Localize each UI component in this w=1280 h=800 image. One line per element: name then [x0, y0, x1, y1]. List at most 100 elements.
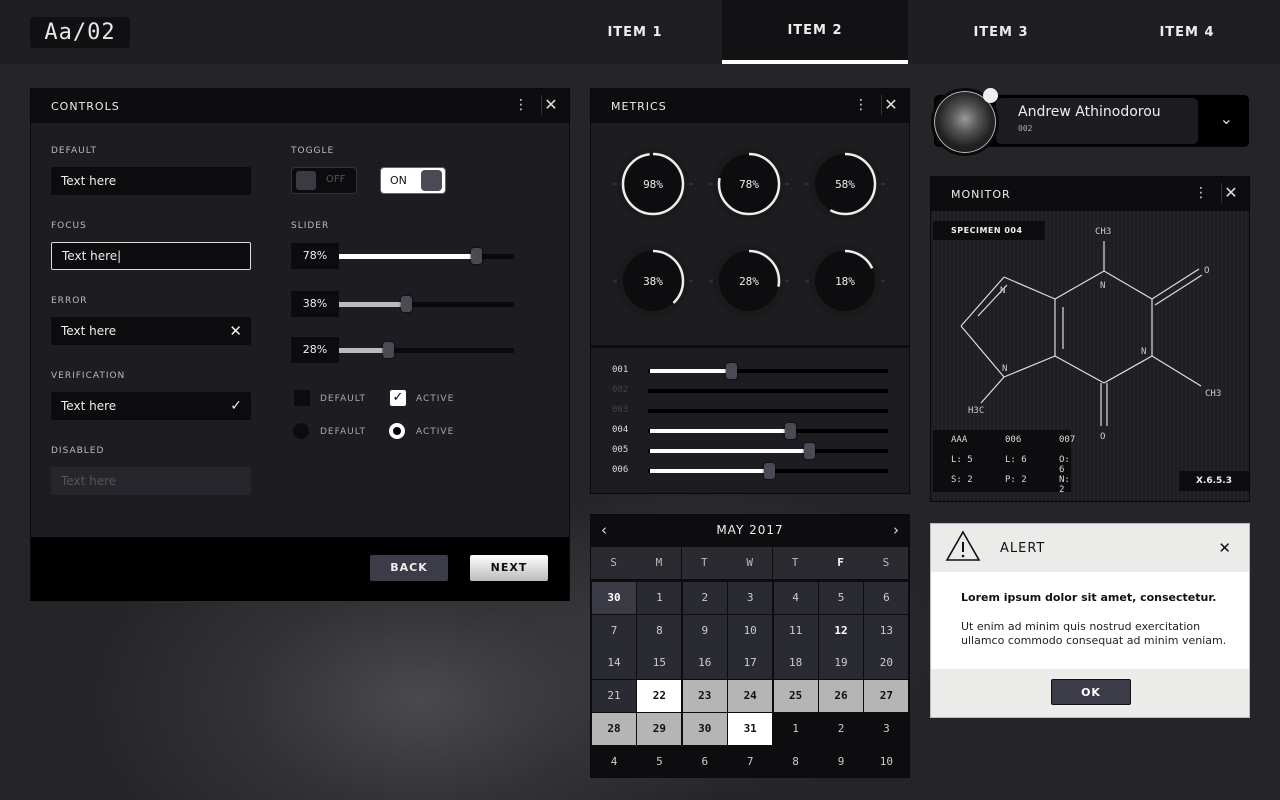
calendar-day[interactable]: 2 [682, 582, 727, 614]
table-cell: P: 2 [1005, 475, 1027, 485]
calendar-day[interactable]: 1 [773, 712, 818, 745]
slider-thumb[interactable] [804, 443, 816, 459]
calendar-day[interactable]: 6 [682, 745, 727, 778]
slider-thumb[interactable] [725, 363, 737, 379]
logo: Aa/02 [30, 17, 130, 48]
slider-label: 002 [612, 385, 629, 395]
slider-track[interactable] [648, 409, 888, 413]
calendar-day[interactable]: 22 [637, 680, 682, 713]
next-button[interactable]: NEXT [470, 555, 548, 581]
slider-thumb[interactable] [470, 248, 482, 264]
nav-item-2[interactable]: ITEM 2 [722, 0, 908, 64]
slider-value: 78% [291, 243, 339, 269]
calendar-day[interactable]: 15 [637, 647, 682, 680]
calendar-day[interactable]: 12 [819, 614, 863, 647]
calendar-day[interactable]: 2 [819, 712, 863, 745]
slider[interactable]: 78% [291, 243, 514, 269]
slider-track[interactable] [648, 443, 888, 459]
more-icon[interactable]: ⋮ [1194, 185, 1209, 201]
table-cell: S: 2 [951, 475, 973, 485]
calendar-day[interactable]: 23 [682, 680, 727, 713]
back-button[interactable]: BACK [370, 555, 448, 581]
calendar-day[interactable]: 9 [682, 614, 727, 647]
calendar-day[interactable]: 28 [592, 712, 636, 745]
metric-slider[interactable]: 006 [612, 463, 892, 479]
toggle-on[interactable]: ON [380, 167, 446, 194]
radio-default[interactable] [293, 423, 309, 439]
slider-track[interactable] [648, 463, 888, 479]
calendar-day[interactable]: 3 [864, 712, 909, 745]
calendar-day[interactable]: 17 [728, 647, 773, 680]
calendar-day[interactable]: 25 [773, 680, 818, 713]
metric-slider[interactable]: 004 [612, 423, 892, 439]
metric-slider[interactable]: 001 [612, 363, 892, 379]
slider[interactable]: 38% [291, 291, 514, 317]
focus-input[interactable]: Text here| [51, 242, 251, 270]
calendar-day[interactable]: 10 [728, 614, 773, 647]
slider-thumb[interactable] [764, 463, 775, 479]
calendar-day[interactable]: 4 [773, 582, 818, 614]
calendar-day[interactable]: 10 [864, 745, 909, 778]
nav-item-1[interactable]: ITEM 1 [548, 0, 722, 64]
calendar-day[interactable]: 19 [819, 647, 863, 680]
slider-thumb[interactable] [400, 296, 412, 312]
calendar-day[interactable]: 27 [864, 680, 909, 713]
calendar-day[interactable]: 30 [682, 712, 727, 745]
toggle-text: ON [390, 174, 407, 187]
toggle-off[interactable]: OFF [291, 167, 357, 194]
calendar-day[interactable]: 8 [637, 614, 682, 647]
calendar-day[interactable]: 3 [728, 582, 773, 614]
calendar-day[interactable]: 1 [637, 582, 682, 614]
close-icon[interactable]: ✕ [881, 95, 901, 115]
calendar-day[interactable]: 5 [819, 582, 863, 614]
checkbox-active[interactable]: ✓ [390, 390, 406, 406]
slider-thumb[interactable] [785, 423, 797, 439]
nav-item-4[interactable]: ITEM 4 [1094, 0, 1280, 64]
close-icon[interactable]: ✕ [1218, 539, 1231, 557]
calendar-day[interactable]: 29 [637, 712, 682, 745]
calendar-day[interactable]: 5 [637, 745, 682, 778]
profile-name: Andrew Athinodorou [1018, 104, 1161, 120]
slider-thumb[interactable] [383, 342, 394, 358]
slider-track[interactable] [648, 389, 888, 393]
slider[interactable]: 28% [291, 337, 514, 363]
calendar-day[interactable]: 9 [819, 745, 863, 778]
calendar-day[interactable]: 4 [592, 745, 636, 778]
more-icon[interactable]: ⋮ [854, 97, 869, 113]
error-input[interactable]: Text here ✕ [51, 317, 251, 345]
calendar-day[interactable]: 21 [592, 680, 636, 713]
next-month-icon[interactable]: › [893, 521, 899, 539]
calendar-day[interactable]: 24 [728, 680, 773, 713]
calendar-day[interactable]: 7 [592, 614, 636, 647]
calendar-day[interactable]: 18 [773, 647, 818, 680]
calendar-day[interactable]: 8 [773, 745, 818, 778]
calendar-day[interactable]: 31 [728, 712, 773, 745]
more-icon[interactable]: ⋮ [514, 97, 529, 113]
metric-slider[interactable]: 005 [612, 443, 892, 459]
calendar-day[interactable]: 20 [864, 647, 909, 680]
slider-label: 005 [612, 445, 629, 455]
calendar-day[interactable]: 6 [864, 582, 909, 614]
slider-track[interactable] [648, 363, 888, 379]
calendar-day[interactable]: 16 [682, 647, 727, 680]
calendar-day[interactable]: 7 [728, 745, 773, 778]
default-input[interactable]: Text here [51, 167, 251, 195]
input-value: Text here [61, 399, 117, 413]
calendar-day[interactable]: 14 [592, 647, 636, 680]
chevron-down-icon[interactable]: ⌄ [1220, 109, 1233, 128]
close-icon[interactable]: ✕ [541, 95, 561, 115]
close-icon[interactable]: ✕ [229, 317, 242, 345]
calendar-day[interactable]: 30 [592, 582, 636, 614]
verification-input[interactable]: Text here ✓ [51, 392, 251, 420]
table-cell: 007 [1059, 435, 1076, 445]
calendar-day[interactable]: 26 [819, 680, 863, 713]
calendar-day[interactable]: 11 [773, 614, 818, 647]
radio-active[interactable] [389, 423, 405, 439]
ok-button[interactable]: OK [1051, 679, 1131, 705]
slider-track[interactable] [648, 423, 888, 439]
checkbox-default[interactable] [294, 390, 310, 406]
nav-item-3[interactable]: ITEM 3 [908, 0, 1094, 64]
calendar-day[interactable]: 13 [864, 614, 909, 647]
atom-label: O [1100, 432, 1105, 442]
close-icon[interactable]: ✕ [1221, 183, 1241, 203]
